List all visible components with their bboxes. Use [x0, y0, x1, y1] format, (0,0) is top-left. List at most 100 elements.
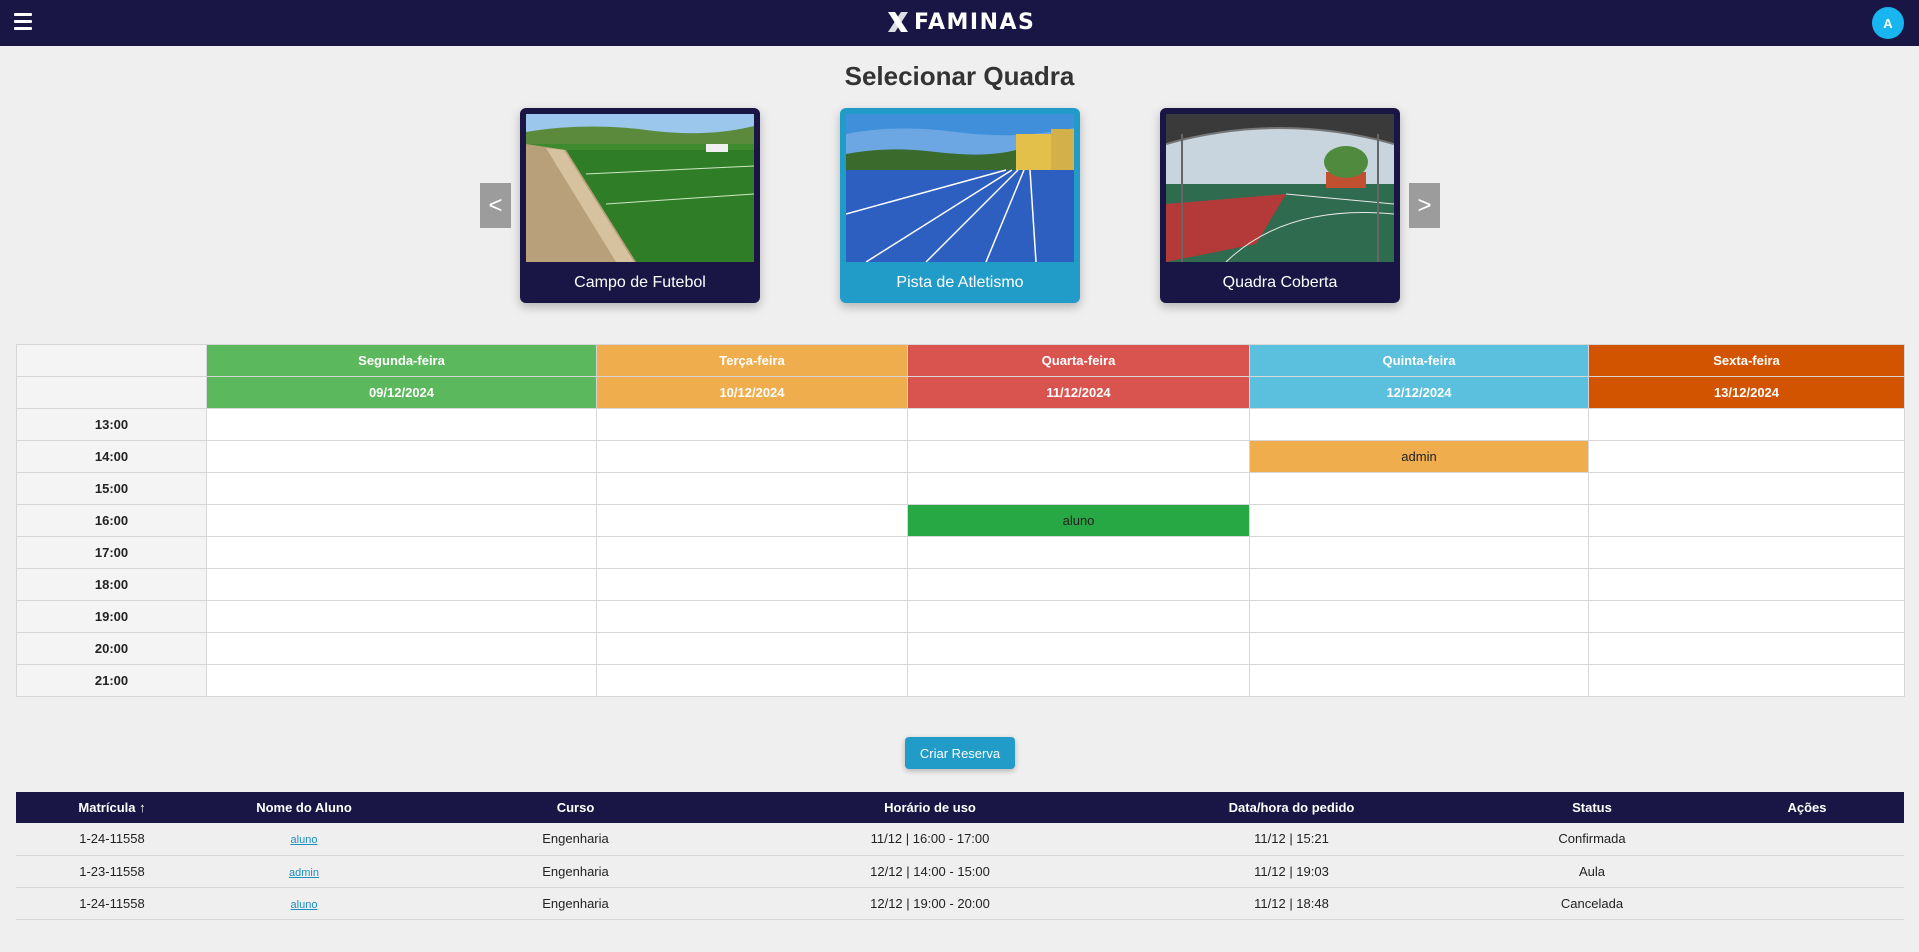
- cell-matricula: 1-23-11558: [16, 855, 208, 888]
- column-header-pedido: Data/hora do pedido: [1109, 792, 1474, 823]
- day-date: 09/12/2024: [206, 376, 597, 409]
- student-name-link[interactable]: admin: [289, 867, 319, 879]
- carousel-next-button[interactable]: >: [1409, 183, 1440, 228]
- hamburger-menu-icon[interactable]: [14, 13, 32, 30]
- schedule-slot[interactable]: [907, 472, 1250, 505]
- schedule-slot[interactable]: [596, 472, 908, 505]
- cell-horario: 11/12 | 16:00 - 17:00: [751, 823, 1109, 856]
- schedule-slot[interactable]: [596, 536, 908, 569]
- schedule-slot[interactable]: [1588, 408, 1905, 441]
- schedule-slot[interactable]: [1588, 632, 1905, 665]
- cell-nome: aluno: [208, 823, 400, 856]
- schedule-slot[interactable]: [596, 504, 908, 537]
- time-slot-row: 21:00: [16, 664, 1905, 697]
- schedule-slot[interactable]: [907, 440, 1250, 473]
- schedule-slot[interactable]: [907, 536, 1250, 569]
- column-header-acoes: Ações: [1710, 792, 1904, 823]
- user-avatar[interactable]: A: [1872, 7, 1904, 39]
- logo-text: FAMINAS: [914, 9, 1036, 35]
- cell-horario: 12/12 | 14:00 - 15:00: [751, 855, 1109, 888]
- cell-acoes: [1710, 887, 1904, 920]
- schedule-slot[interactable]: [206, 504, 597, 537]
- time-slot-row: 14:00 admin: [16, 440, 1905, 473]
- schedule-slot[interactable]: [1588, 600, 1905, 633]
- schedule-slot[interactable]: [206, 600, 597, 633]
- reservations-table: Matrícula ↑ Nome do Aluno Curso Horário …: [16, 792, 1904, 920]
- schedule-slot[interactable]: [1249, 408, 1589, 441]
- schedule-slot[interactable]: [1249, 504, 1589, 537]
- schedule-slot[interactable]: [1249, 568, 1589, 601]
- student-name-link[interactable]: aluno: [291, 899, 318, 911]
- create-reservation-button[interactable]: Criar Reserva: [905, 737, 1015, 769]
- schedule-slot[interactable]: [1249, 472, 1589, 505]
- schedule-slot[interactable]: [907, 664, 1250, 697]
- schedule-slot[interactable]: [596, 664, 908, 697]
- page-title: Selecionar Quadra: [844, 61, 1075, 91]
- schedule-slot[interactable]: [1588, 536, 1905, 569]
- schedule-slot[interactable]: [206, 632, 597, 665]
- schedule-slot[interactable]: [1588, 440, 1905, 473]
- cell-status: Aula: [1474, 855, 1710, 888]
- schedule-slot[interactable]: [596, 600, 908, 633]
- schedule-slot[interactable]: [206, 536, 597, 569]
- court-card-quadra-coberta[interactable]: Quadra Coberta: [1160, 108, 1400, 303]
- cell-acoes: [1710, 855, 1904, 888]
- day-header: Segunda-feira: [206, 344, 597, 377]
- schedule-slot[interactable]: [1588, 664, 1905, 697]
- schedule-slot[interactable]: [206, 440, 597, 473]
- schedule-slot[interactable]: [1249, 536, 1589, 569]
- weekly-schedule-table: Segunda-feira Terça-feira Quarta-feira Q…: [16, 344, 1905, 697]
- cell-curso: Engenharia: [400, 887, 751, 920]
- time-slot-row: 13:00: [16, 408, 1905, 441]
- schedule-slot[interactable]: [596, 568, 908, 601]
- column-header-horario: Horário de uso: [751, 792, 1109, 823]
- logo-mark-icon: [888, 12, 908, 32]
- day-header: Quinta-feira: [1249, 344, 1589, 377]
- student-name-link[interactable]: aluno: [291, 834, 318, 846]
- carousel-prev-button[interactable]: <: [480, 183, 511, 228]
- schedule-slot[interactable]: [1588, 472, 1905, 505]
- day-name-row: Segunda-feira Terça-feira Quarta-feira Q…: [16, 344, 1905, 377]
- court-card-campo-de-futebol[interactable]: Campo de Futebol: [520, 108, 760, 303]
- cell-nome: admin: [208, 855, 400, 888]
- schedule-slot[interactable]: [596, 440, 908, 473]
- column-header-nome: Nome do Aluno: [208, 792, 400, 823]
- reservations-header-row: Matrícula ↑ Nome do Aluno Curso Horário …: [16, 792, 1904, 823]
- time-label: 16:00: [16, 504, 207, 537]
- schedule-slot[interactable]: [206, 408, 597, 441]
- court-card-pista-de-atletismo[interactable]: Pista de Atletismo: [840, 108, 1080, 303]
- schedule-slot[interactable]: [596, 632, 908, 665]
- cell-curso: Engenharia: [400, 855, 751, 888]
- time-label: 19:00: [16, 600, 207, 633]
- cell-acoes: [1710, 823, 1904, 856]
- schedule-slot[interactable]: [1588, 504, 1905, 537]
- schedule-slot[interactable]: [206, 568, 597, 601]
- day-date: 10/12/2024: [596, 376, 908, 409]
- cell-horario: 12/12 | 19:00 - 20:00: [751, 887, 1109, 920]
- schedule-slot[interactable]: [206, 472, 597, 505]
- schedule-slot[interactable]: [206, 664, 597, 697]
- court-photo-covered-court: [1166, 114, 1394, 262]
- schedule-slot[interactable]: [907, 632, 1250, 665]
- column-header-matricula[interactable]: Matrícula ↑: [16, 792, 208, 823]
- day-date: 11/12/2024: [907, 376, 1250, 409]
- schedule-slot[interactable]: [596, 408, 908, 441]
- schedule-slot[interactable]: [1249, 632, 1589, 665]
- schedule-slot[interactable]: [1588, 568, 1905, 601]
- schedule-slot[interactable]: [907, 408, 1250, 441]
- day-header: Sexta-feira: [1588, 344, 1905, 377]
- court-name: Campo de Futebol: [574, 274, 706, 291]
- cell-curso: Engenharia: [400, 823, 751, 856]
- schedule-slot[interactable]: [1249, 664, 1589, 697]
- table-row: 1-24-11558 aluno Engenharia 12/12 | 19:0…: [16, 887, 1904, 920]
- column-header-curso: Curso: [400, 792, 751, 823]
- time-label: 14:00: [16, 440, 207, 473]
- cell-nome: aluno: [208, 887, 400, 920]
- court-name: Quadra Coberta: [1222, 274, 1338, 291]
- booked-slot[interactable]: aluno: [907, 504, 1250, 537]
- schedule-slot[interactable]: [907, 600, 1250, 633]
- booked-slot[interactable]: admin: [1249, 440, 1589, 473]
- schedule-slot[interactable]: [907, 568, 1250, 601]
- table-row: 1-23-11558 admin Engenharia 12/12 | 14:0…: [16, 855, 1904, 888]
- schedule-slot[interactable]: [1249, 600, 1589, 633]
